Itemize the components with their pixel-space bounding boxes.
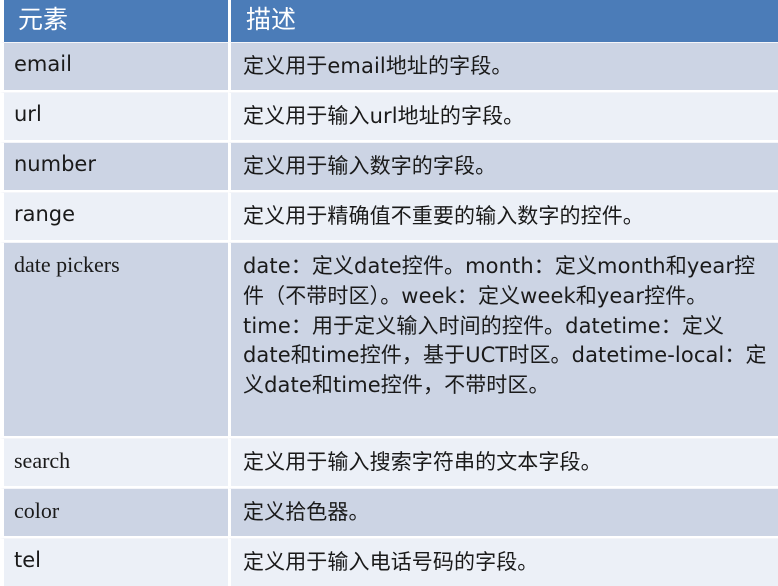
description-text: 定义用于精确值不重要的输入数字的控件。: [243, 203, 644, 228]
table-row: number 定义用于输入数字的字段。: [0, 141, 778, 192]
table-header-row: 元素 描述: [0, 0, 778, 42]
cell-element-description: 定义用于输入电话号码的字段。: [228, 537, 778, 586]
description-text: 定义用于email地址的字段。: [243, 54, 513, 78]
table-row: date pickers date：定义date控件。month：定义month…: [0, 241, 778, 438]
cell-element-name: email: [0, 42, 228, 92]
cell-element-name: range: [0, 191, 228, 242]
table-row: search 定义用于输入搜索字符串的文本字段。: [0, 437, 778, 488]
description-text: 定义用于输入数字的字段。: [243, 153, 497, 178]
cell-element-description: 定义用于精确值不重要的输入数字的控件。: [228, 191, 778, 242]
table-row: range 定义用于精确值不重要的输入数字的控件。: [0, 191, 778, 242]
cell-element-name: color: [0, 487, 228, 538]
table-body: email 定义用于email地址的字段。 url 定义用于输入url地址的字段…: [0, 42, 778, 586]
cell-element-description: 定义用于输入数字的字段。: [228, 141, 778, 192]
cell-element-description: date：定义date控件。month：定义month和year控件（不带时区）…: [228, 241, 778, 438]
cell-element-description: 定义用于输入搜索字符串的文本字段。: [228, 437, 778, 488]
description-text: 定义用于输入url地址的字段。: [243, 103, 525, 128]
cell-element-description: 定义拾色器。: [228, 487, 778, 538]
cell-element-name: number: [0, 141, 228, 192]
description-text: date：定义date控件。month：定义month和year控件（不带时区）…: [243, 253, 767, 398]
table-row: url 定义用于输入url地址的字段。: [0, 91, 778, 142]
cell-element-name: search: [0, 437, 228, 488]
table-row: color 定义拾色器。: [0, 487, 778, 538]
table-row: email 定义用于email地址的字段。: [0, 42, 778, 92]
table-header: 元素 描述: [0, 0, 778, 42]
column-header-element: 元素: [0, 0, 228, 42]
cell-element-description: 定义用于输入url地址的字段。: [228, 91, 778, 142]
description-text: 定义拾色器。: [243, 499, 370, 524]
description-text: 定义用于输入搜索字符串的文本字段。: [243, 449, 602, 474]
column-header-description: 描述: [228, 0, 778, 42]
cell-element-description: 定义用于email地址的字段。: [228, 42, 778, 92]
input-types-table-container: 元素 描述 email 定义用于email地址的字段。 url 定义用于输入ur…: [0, 0, 778, 586]
table-row: tel 定义用于输入电话号码的字段。: [0, 537, 778, 586]
cell-element-name: date pickers: [0, 241, 228, 438]
description-text: 定义用于输入电话号码的字段。: [243, 549, 539, 574]
html5-input-types-table: 元素 描述 email 定义用于email地址的字段。 url 定义用于输入ur…: [0, 0, 778, 586]
cell-element-name: tel: [0, 537, 228, 586]
cell-element-name: url: [0, 91, 228, 142]
